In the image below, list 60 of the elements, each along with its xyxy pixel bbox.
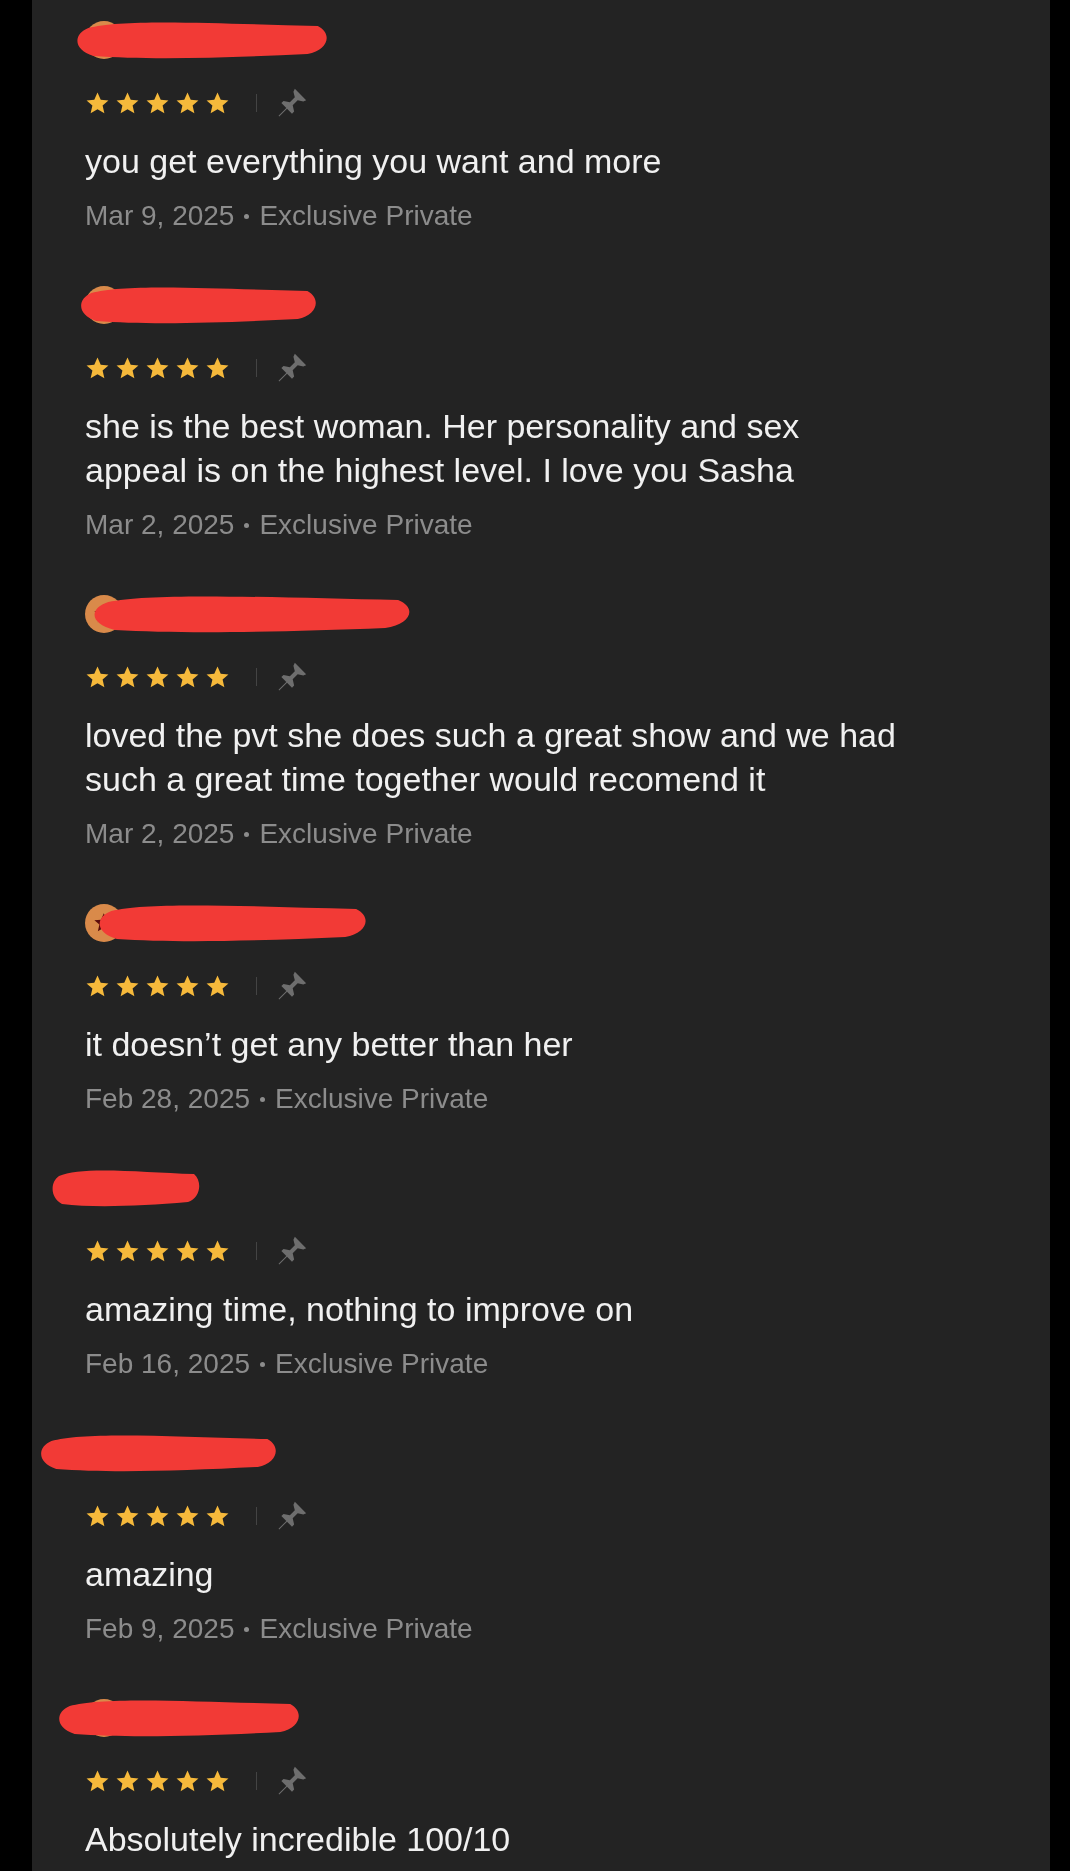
review-type: Exclusive Private bbox=[275, 1348, 489, 1380]
review-type: Exclusive Private bbox=[259, 1613, 473, 1645]
review-date: Feb 28, 2025 bbox=[85, 1083, 251, 1115]
review-text: loved the pvt she does such a great show and we had such a great time together would recomend it bbox=[85, 715, 897, 800]
separator-dot bbox=[244, 213, 250, 219]
star-icon bbox=[115, 664, 140, 690]
star-icon bbox=[85, 973, 110, 999]
star-icon bbox=[175, 1503, 200, 1529]
star-icon bbox=[115, 1238, 140, 1264]
separator-dot bbox=[244, 831, 250, 837]
star-icon bbox=[175, 1768, 200, 1794]
star-icon bbox=[145, 664, 170, 690]
star-icon bbox=[175, 90, 200, 116]
star-icon bbox=[115, 1768, 140, 1794]
separator-dot bbox=[260, 1096, 266, 1102]
star-icon bbox=[205, 1768, 230, 1794]
review-text: you get everything you want and more bbox=[85, 141, 663, 182]
review-date: Feb 16, 2025 bbox=[85, 1348, 251, 1380]
separator-dot bbox=[260, 1361, 266, 1367]
star-icon bbox=[85, 1238, 110, 1264]
star-icon bbox=[175, 1238, 200, 1264]
review-text: amazing time, nothing to improve on bbox=[85, 1289, 635, 1330]
star-icon bbox=[115, 355, 140, 381]
star-icon bbox=[145, 1503, 170, 1529]
star-icon bbox=[205, 973, 230, 999]
review-text: amazing bbox=[85, 1554, 215, 1595]
review-type: Exclusive Private bbox=[275, 1083, 489, 1115]
star-icon bbox=[205, 664, 230, 690]
star-icon bbox=[145, 1238, 170, 1264]
star-icon bbox=[175, 973, 200, 999]
star-icon bbox=[175, 664, 200, 690]
star-icon bbox=[85, 355, 110, 381]
star-icon bbox=[85, 90, 110, 116]
star-icon bbox=[145, 1768, 170, 1794]
review-text: she is the best woman. Her personality and sex appeal is on the highest level. I love you Sasha bbox=[85, 406, 801, 491]
review-date: Mar 2, 2025 bbox=[85, 818, 235, 850]
star-icon bbox=[85, 1768, 110, 1794]
star-icon bbox=[145, 90, 170, 116]
star-icon bbox=[145, 973, 170, 999]
star-icon bbox=[115, 90, 140, 116]
separator-dot bbox=[244, 522, 250, 528]
star-icon bbox=[115, 1503, 140, 1529]
star-icon bbox=[115, 973, 140, 999]
review-date: Feb 9, 2025 bbox=[85, 1613, 235, 1645]
review-text: Absolutely incredible 100/10 bbox=[85, 1819, 512, 1860]
star-icon bbox=[205, 1503, 230, 1529]
star-icon bbox=[145, 355, 170, 381]
star-icon bbox=[205, 1238, 230, 1264]
star-icon bbox=[85, 664, 110, 690]
star-icon bbox=[205, 90, 230, 116]
review-date: Mar 2, 2025 bbox=[85, 509, 235, 541]
star-icon bbox=[175, 355, 200, 381]
review-type: Exclusive Private bbox=[259, 200, 473, 232]
review-type: Exclusive Private bbox=[259, 818, 473, 850]
star-icon bbox=[85, 1503, 110, 1529]
review-date: Mar 9, 2025 bbox=[85, 200, 235, 232]
star-icon bbox=[205, 355, 230, 381]
review-text: it doesn’t get any better than her bbox=[85, 1024, 574, 1065]
separator-dot bbox=[244, 1626, 250, 1632]
review-type: Exclusive Private bbox=[259, 509, 473, 541]
